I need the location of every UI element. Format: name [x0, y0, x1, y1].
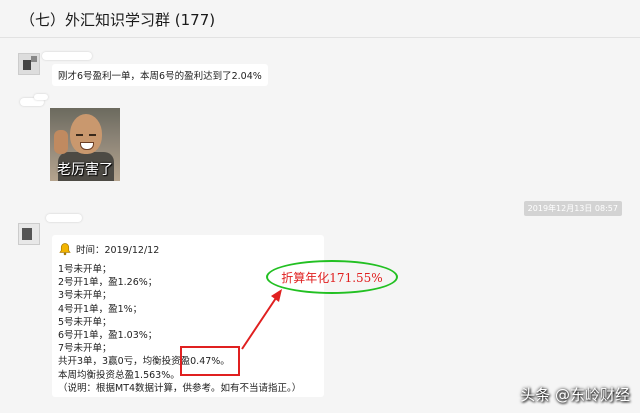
avatar[interactable]	[18, 223, 40, 245]
sender-name-redacted	[42, 52, 92, 60]
report-line: （说明：根据MT4数据计算，供参考。如有不当请指正。）	[58, 382, 302, 394]
chat-title[interactable]: （七）外汇知识学习群 (177)	[20, 9, 215, 30]
sender-name-redacted	[34, 94, 48, 100]
timestamp-badge: 2019年12月13日 08:57	[523, 201, 622, 216]
report-line: 6号开1单，盈1.03%；	[58, 329, 158, 341]
annualized-return-annotation: 折算年化171.55%	[266, 260, 398, 294]
annotation-text: 折算年化171.55%	[281, 270, 383, 285]
report-header: 时间：2019/12/12	[58, 241, 318, 257]
report-line: 5号未开单；	[58, 316, 112, 328]
message-text: 刚才6号盈利一单，本周6号的盈利达到了2.04%	[58, 71, 262, 82]
bell-icon	[59, 243, 71, 256]
avatar[interactable]	[18, 53, 40, 75]
report-line: 4号开1单，盈1%；	[58, 303, 143, 315]
report-time: 时间：2019/12/12	[76, 245, 160, 256]
sender-name-redacted	[46, 214, 82, 222]
message-bubble[interactable]: 刚才6号盈利一单，本周6号的盈利达到了2.04%	[52, 64, 268, 86]
chat-title-bar: （七）外汇知识学习群 (177)	[0, 0, 640, 38]
meme-figure-head	[70, 114, 102, 154]
highlight-box	[180, 346, 240, 376]
watermark: 头条 @东岭财经	[520, 386, 630, 404]
thumbs-up-icon	[54, 130, 68, 154]
meme-image[interactable]: 老厉害了	[50, 108, 120, 181]
meme-caption: 老厉害了	[57, 162, 113, 178]
